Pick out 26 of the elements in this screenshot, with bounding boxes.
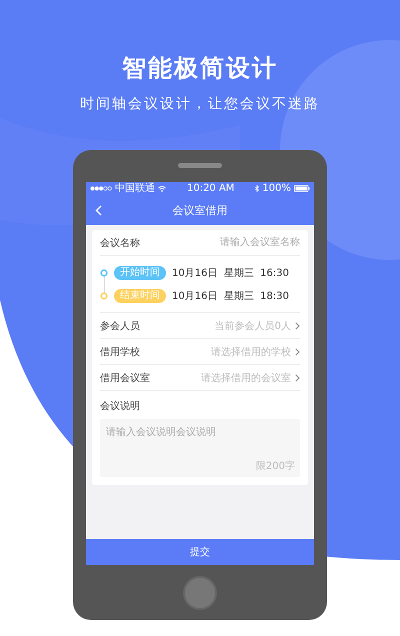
- bluetooth-icon: [255, 185, 260, 192]
- list-item[interactable]: 借用学校 请选择借用的学校: [100, 339, 300, 365]
- nav-title: 会议室借用: [172, 202, 228, 218]
- speaker-icon: [178, 163, 222, 168]
- back-icon[interactable]: [95, 205, 102, 216]
- field-label: 会议名称: [100, 236, 140, 250]
- chevron-icon: [295, 322, 300, 330]
- list-item[interactable]: 参会人员 当前参会人员0人: [100, 313, 300, 339]
- submit-button[interactable]: 提交: [86, 539, 314, 565]
- battery-icon: [294, 185, 310, 192]
- status-time: 10:20 AM: [186, 183, 234, 194]
- battery-percent: 100%: [262, 183, 291, 194]
- chevron-icon: [295, 348, 300, 356]
- list-item[interactable]: 借用会议室 请选择借用的会议室: [100, 365, 300, 391]
- headline: 智能极简设计: [122, 53, 278, 83]
- signal-icon: [90, 186, 112, 191]
- field-label: 会议说明: [100, 400, 141, 414]
- input-field[interactable]: 请输入会议室名称: [144, 236, 300, 250]
- timeline-dot-icon: [100, 292, 108, 300]
- carrier-name: 中国联通: [115, 183, 155, 194]
- time-value[interactable]: 10月16日 星期三 18:30: [172, 288, 289, 302]
- subheadline: 时间轴会议设计，让您会议不迷路: [80, 95, 320, 113]
- time-value[interactable]: 10月16日 星期三 16:30: [172, 266, 289, 280]
- timeline-dot-icon: [100, 268, 108, 276]
- chevron-icon: [295, 374, 300, 382]
- wifi-icon: [158, 186, 166, 192]
